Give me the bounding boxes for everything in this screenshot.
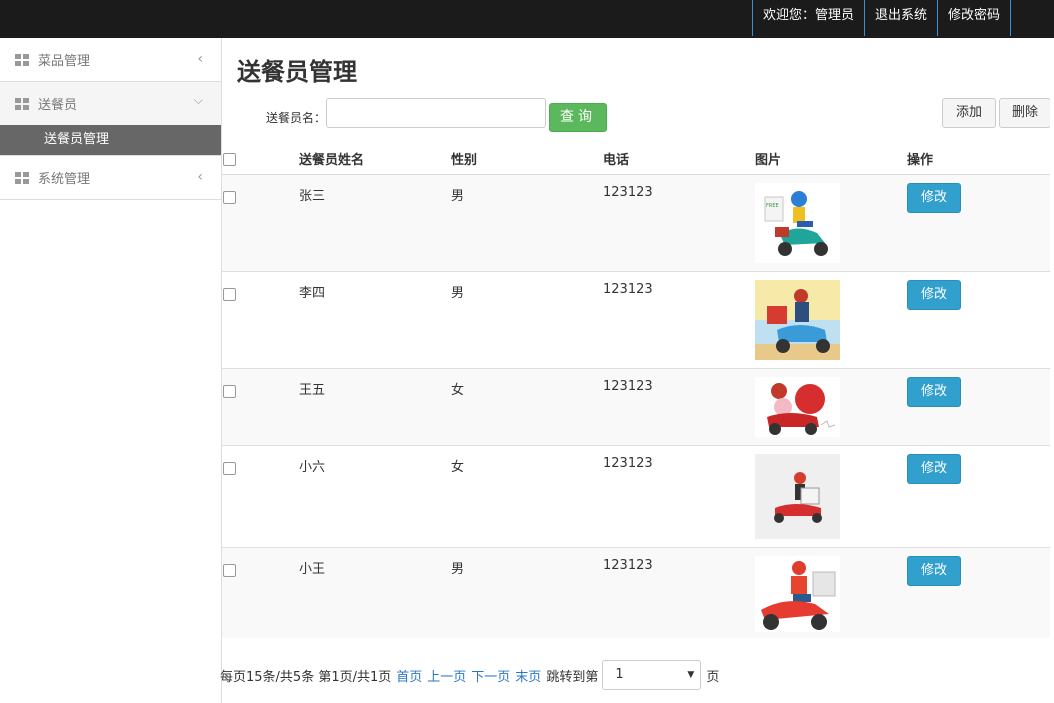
row-checkbox[interactable] [223, 191, 236, 204]
courier-name: 小王 [299, 562, 326, 577]
courier-sex: 女 [451, 460, 465, 475]
grid-icon [15, 97, 29, 110]
courier-table: 送餐员姓名 性别 电话 图片 操作 张三 男 123123 FREE 修改 李四… [222, 140, 1054, 638]
page-select[interactable]: 1 ▼ [602, 660, 702, 690]
table-row: 李四 男 123123 修改 [222, 272, 1054, 369]
table-row: 王五 女 123123 修改 [222, 369, 1054, 446]
courier-phone: 123123 [603, 456, 653, 471]
sidebar-item-label: 菜品管理 [38, 54, 91, 69]
courier-photo [755, 556, 840, 632]
table-row: 张三 男 123123 FREE 修改 [222, 175, 1054, 272]
page-select-value: 1 [615, 667, 624, 682]
courier-phone: 123123 [603, 558, 653, 573]
main-content: 送餐员管理 送餐员名： 查询 添加 删除 送餐员姓名 性别 电话 图片 操作 张… [220, 38, 1054, 703]
courier-photo [755, 280, 840, 360]
chevron-down-icon: ⌵ [193, 93, 203, 107]
sidebar-item-system[interactable]: 系统管理 ‹ [0, 156, 221, 199]
courier-name: 王五 [299, 383, 326, 398]
column-header-name: 送餐员姓名 [299, 153, 365, 168]
edit-button[interactable]: 修改 [907, 454, 961, 484]
edit-button[interactable]: 修改 [907, 556, 961, 586]
edit-button[interactable]: 修改 [907, 280, 961, 310]
search-label: 送餐员名： [266, 111, 327, 125]
table-row: 小六 女 123123 修改 [222, 446, 1054, 548]
add-button[interactable]: 添加 [942, 98, 996, 128]
column-header-phone: 电话 [603, 153, 630, 168]
sidebar-item-dishes[interactable]: 菜品管理 ‹ [0, 38, 221, 81]
sidebar-group-couriers: 送餐员 ⌵ 送餐员管理 [0, 82, 221, 156]
query-button[interactable]: 查询 [549, 103, 607, 132]
row-checkbox[interactable] [223, 385, 236, 398]
jump-label: 跳转到第 [546, 669, 599, 685]
row-checkbox[interactable] [223, 288, 236, 301]
logout-link[interactable]: 退出系统 [863, 0, 937, 36]
courier-name: 张三 [299, 189, 326, 204]
top-nav: 欢迎您：管理员 退出系统 修改密码 [751, 0, 1011, 36]
sidebar-subitem-courier-management[interactable]: 送餐员管理 [0, 125, 221, 155]
row-checkbox[interactable] [223, 462, 236, 475]
welcome-text: 欢迎您：管理员 [751, 0, 864, 36]
prev-page-link[interactable]: 上一页 [427, 666, 466, 685]
sidebar-item-label: 送餐员 [38, 98, 78, 113]
sidebar-group-dishes: 菜品管理 ‹ [0, 38, 221, 82]
column-header-action: 操作 [907, 153, 934, 168]
courier-photo [755, 454, 840, 539]
column-header-sex: 性别 [451, 153, 478, 168]
row-checkbox[interactable] [223, 564, 236, 577]
courier-photo [755, 377, 840, 437]
edit-button[interactable]: 修改 [907, 377, 961, 407]
courier-sex: 女 [451, 383, 465, 398]
page-title: 送餐员管理 [237, 58, 357, 86]
pagination-info: 每页15条/共5条 第1页/共1页 [220, 669, 392, 685]
grid-icon [15, 53, 29, 66]
select-all-checkbox[interactable] [223, 153, 236, 166]
change-password-link[interactable]: 修改密码 [936, 0, 1011, 36]
courier-name: 小六 [299, 460, 326, 475]
svg-text:FREE: FREE [766, 203, 779, 209]
edit-button[interactable]: 修改 [907, 183, 961, 213]
courier-sex: 男 [451, 562, 465, 577]
courier-phone: 123123 [603, 185, 653, 200]
table-row: 小王 男 123123 修改 [222, 548, 1054, 638]
courier-name: 李四 [299, 286, 326, 301]
next-page-link[interactable]: 下一页 [471, 666, 510, 685]
delete-button[interactable]: 删除 [999, 98, 1051, 128]
page-unit-label: 页 [706, 669, 720, 685]
first-page-link[interactable]: 首页 [396, 666, 422, 685]
courier-name-input[interactable] [326, 98, 546, 128]
last-page-link[interactable]: 末页 [515, 666, 541, 685]
sidebar-item-couriers[interactable]: 送餐员 ⌵ [0, 82, 221, 125]
right-edge-strip [1050, 38, 1054, 703]
sidebar-group-system: 系统管理 ‹ [0, 156, 221, 200]
courier-phone: 123123 [603, 379, 653, 394]
sidebar-item-label: 系统管理 [38, 172, 91, 187]
courier-sex: 男 [451, 286, 465, 301]
pagination: 每页15条/共5条 第1页/共1页 首页 上一页 下一页 末页 跳转到第 1 ▼… [220, 660, 720, 690]
courier-photo: FREE [755, 183, 840, 263]
courier-sex: 男 [451, 189, 465, 204]
chevron-left-icon: ‹ [197, 51, 203, 67]
courier-phone: 123123 [603, 282, 653, 297]
table-header: 送餐员姓名 性别 电话 图片 操作 [222, 140, 1054, 175]
grid-icon [15, 171, 29, 184]
sidebar: 菜品管理 ‹ 送餐员 ⌵ 送餐员管理 系统管理 ‹ [0, 38, 222, 703]
column-header-image: 图片 [755, 153, 782, 168]
chevron-left-icon: ‹ [197, 169, 203, 185]
top-bar: 欢迎您：管理员 退出系统 修改密码 [0, 0, 1054, 38]
chevron-down-icon: ▼ [687, 670, 695, 680]
